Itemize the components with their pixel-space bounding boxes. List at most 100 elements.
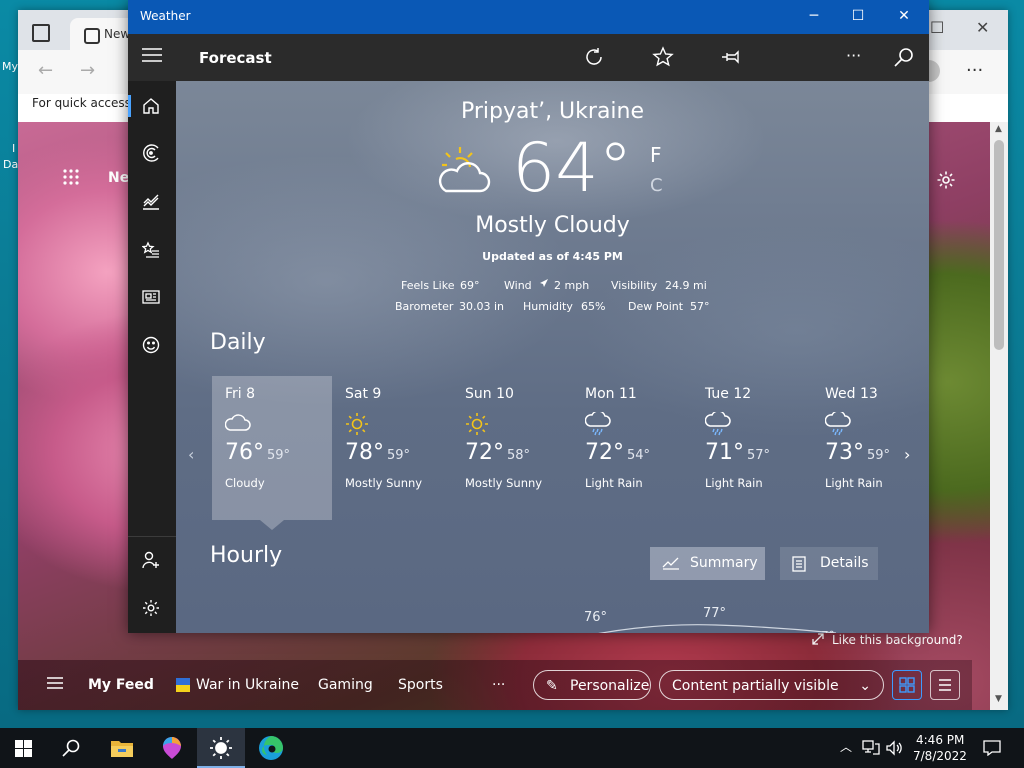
list-layout-button[interactable] — [930, 670, 960, 700]
file-explorer-icon[interactable] — [110, 738, 134, 758]
wind-value: 2 mph — [554, 279, 590, 292]
day-high-temp: 78° — [345, 440, 384, 465]
humidity-value: 65% — [581, 300, 606, 313]
forward-arrow-icon[interactable]: → — [80, 60, 95, 81]
summary-label: Summary — [690, 555, 758, 571]
minimize-icon[interactable]: ─ — [804, 8, 824, 24]
day-high-temp: 72° — [465, 440, 504, 465]
visibility-label: Visibility — [611, 279, 658, 292]
personalize-button[interactable]: ✎ Personalize — [533, 670, 651, 700]
browser-menu-icon[interactable]: ··· — [966, 60, 983, 81]
navigation-sidebar — [128, 81, 176, 633]
pin-icon[interactable] — [720, 46, 742, 68]
previous-days-chevron-icon[interactable]: ‹ — [188, 445, 194, 464]
day-name: Mon 11 — [585, 386, 637, 402]
historical-weather-icon[interactable] — [142, 193, 160, 211]
summary-view-button[interactable]: Summary — [650, 547, 765, 580]
day-high-temp: 72° — [585, 440, 624, 465]
details-label: Details — [820, 555, 869, 571]
feed-tab-gaming[interactable]: Gaming — [318, 677, 373, 693]
day-low-temp: 59° — [867, 448, 891, 463]
details-view-button[interactable]: Details — [780, 547, 878, 580]
forecast-content: Pripyat’, Ukraine 64° F C Mostly Cloudy … — [176, 81, 929, 633]
network-icon[interactable] — [862, 740, 880, 756]
fahrenheit-toggle[interactable]: F — [650, 143, 662, 167]
back-arrow-icon[interactable]: ← — [38, 60, 53, 81]
desktop-icon-label[interactable]: I — [12, 142, 15, 155]
volume-icon[interactable] — [886, 740, 904, 756]
new-tab-icon — [84, 28, 100, 44]
feed-more-icon[interactable]: ··· — [492, 677, 505, 693]
day-low-temp: 59° — [387, 448, 411, 463]
browser-tab-label: New — [104, 27, 131, 41]
background-caption[interactable]: Like this background? — [812, 632, 963, 647]
day-high-temp: 73° — [825, 440, 864, 465]
edge-browser-icon[interactable] — [258, 735, 284, 761]
forecast-home-icon[interactable] — [142, 97, 160, 115]
dark-mode-moon-icon[interactable] — [790, 46, 812, 68]
favorites-list-icon[interactable] — [142, 241, 160, 259]
rain-icon — [585, 412, 611, 436]
news-label[interactable]: Ne — [108, 170, 129, 186]
wind-direction-icon — [539, 278, 549, 288]
day-condition: Light Rain — [825, 476, 883, 490]
day-condition: Light Rain — [585, 476, 643, 490]
tab-actions-icon[interactable] — [32, 24, 50, 42]
browser-close-icon[interactable]: ✕ — [976, 18, 989, 37]
scrollbar-thumb[interactable] — [994, 140, 1004, 350]
location-name[interactable]: Pripyat’, Ukraine — [176, 99, 929, 124]
close-icon[interactable]: ✕ — [894, 8, 914, 24]
page-settings-gear-icon[interactable] — [936, 170, 956, 190]
desktop-icon-label[interactable]: My — [2, 60, 18, 73]
day-low-temp: 58° — [507, 448, 531, 463]
life-smiley-icon[interactable] — [142, 336, 160, 354]
content-visibility-dropdown[interactable]: Content partially visible ⌄ — [659, 670, 884, 700]
refresh-icon[interactable] — [583, 46, 605, 68]
day-low-temp: 54° — [627, 448, 651, 463]
news-icon[interactable] — [142, 288, 160, 306]
day-name: Sun 10 — [465, 386, 514, 402]
favorite-star-icon[interactable] — [652, 46, 674, 68]
feed-tab-sports[interactable]: Sports — [398, 677, 443, 693]
paint3d-balloon-icon[interactable] — [160, 736, 184, 760]
feed-menu-icon[interactable] — [46, 676, 64, 690]
maps-radar-icon[interactable] — [142, 144, 160, 162]
page-scrollbar[interactable]: ▲ ▼ — [990, 122, 1008, 710]
taskbar-clock-time[interactable]: 4:46 PM — [916, 733, 964, 747]
more-options-icon[interactable]: ··· — [846, 46, 861, 65]
current-temperature: 64° — [512, 129, 633, 208]
show-hidden-icons-chevron-icon[interactable]: ︿ — [840, 738, 852, 755]
browser-maximize-icon[interactable]: ☐ — [930, 18, 944, 37]
hourly-temperature-curve — [598, 624, 836, 633]
day-name: Sat 9 — [345, 386, 382, 402]
day-condition: Light Rain — [705, 476, 763, 490]
desktop-icon-label[interactable]: Da — [3, 158, 18, 171]
hamburger-menu-icon[interactable] — [142, 48, 162, 62]
settings-gear-icon[interactable] — [142, 599, 160, 617]
barometer-label: Barometer — [395, 300, 454, 313]
maximize-icon[interactable]: ☐ — [848, 8, 868, 24]
feed-tab-my-feed[interactable]: My Feed — [88, 677, 154, 693]
feed-tab-war-in-ukraine[interactable]: War in Ukraine — [196, 677, 299, 693]
apps-grid-icon[interactable] — [62, 168, 80, 186]
updated-time: Updated as of 4:45 PM — [482, 250, 623, 263]
window-title: Weather — [140, 9, 191, 23]
taskbar-clock-date[interactable]: 7/8/2022 — [913, 749, 967, 763]
account-add-icon[interactable] — [142, 551, 160, 569]
hourly-temp: 77° — [703, 606, 727, 621]
notifications-icon[interactable] — [983, 740, 1001, 756]
scroll-up-icon[interactable]: ▲ — [995, 124, 1002, 134]
celsius-toggle[interactable]: C — [650, 175, 663, 196]
taskbar-search-icon[interactable] — [62, 739, 80, 757]
scroll-down-icon[interactable]: ▼ — [995, 694, 1002, 704]
grid-layout-button[interactable] — [892, 670, 922, 700]
rain-icon — [825, 412, 851, 436]
background-caption-text[interactable]: Like this background? — [832, 633, 963, 647]
hourly-section-header: Hourly — [210, 543, 283, 568]
weather-app-sun-icon[interactable] — [209, 736, 233, 760]
start-windows-icon[interactable] — [15, 740, 32, 757]
next-days-chevron-icon[interactable]: › — [904, 445, 910, 464]
current-condition: Mostly Cloudy — [475, 213, 630, 238]
rain-icon — [705, 412, 731, 436]
search-icon[interactable] — [893, 46, 915, 68]
